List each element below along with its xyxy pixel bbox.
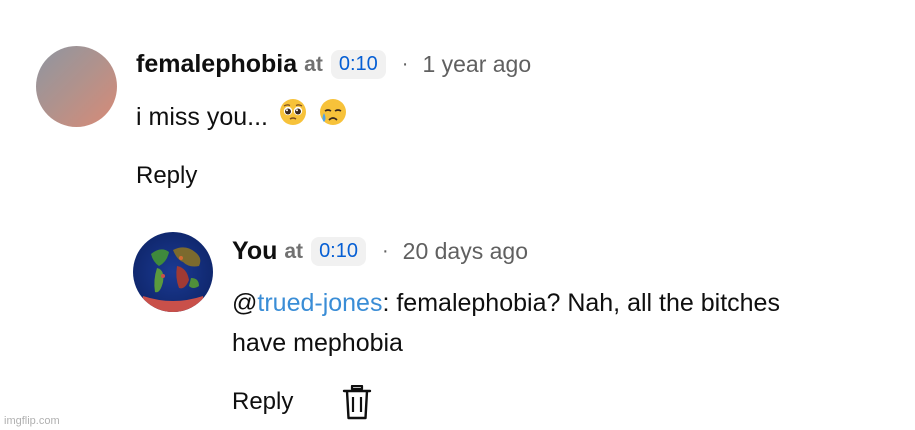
- crying-face-emoji-icon: [318, 98, 348, 138]
- globe-avatar-icon: [141, 247, 205, 312]
- reply-text-line-1: @trued-jones: femalephobia? Nah, all the…: [232, 283, 780, 323]
- delete-button[interactable]: [342, 384, 372, 426]
- pleading-face-emoji-icon: [279, 98, 307, 138]
- comment-author[interactable]: femalephobia: [136, 50, 297, 79]
- timestamp-link[interactable]: 0:10: [311, 237, 366, 266]
- trash-icon: [342, 384, 372, 420]
- avatar[interactable]: [133, 232, 213, 312]
- separator-dot: ·: [382, 240, 389, 262]
- reply-text: @trued-jones: femalephobia? Nah, all the…: [232, 283, 780, 363]
- at-label: at: [304, 52, 323, 76]
- reply-text-line-1-content: : femalephobia? Nah, all the bitches: [382, 289, 780, 317]
- comment-text: i miss you...: [136, 97, 348, 138]
- mention-link[interactable]: trued-jones: [257, 289, 382, 317]
- comment-age: 1 year ago: [422, 51, 532, 77]
- separator-dot: ·: [401, 53, 409, 75]
- comment-text-content: i miss you...: [136, 103, 275, 131]
- avatar[interactable]: [36, 46, 117, 127]
- mention-prefix: @: [232, 289, 258, 317]
- comment-header: femalephobia at 0:10 · 1 year ago: [136, 50, 531, 79]
- reply-button[interactable]: Reply: [232, 388, 293, 416]
- reply-age: 20 days ago: [402, 238, 528, 264]
- reply-author[interactable]: You: [232, 237, 277, 266]
- reply-text-line-2: have mephobia: [232, 329, 403, 357]
- watermark: imgflip.com: [4, 415, 60, 427]
- at-label: at: [284, 239, 304, 263]
- timestamp-link[interactable]: 0:10: [330, 50, 386, 79]
- reply-header: You at 0:10 · 20 days ago: [232, 237, 528, 266]
- reply-button[interactable]: Reply: [136, 162, 197, 190]
